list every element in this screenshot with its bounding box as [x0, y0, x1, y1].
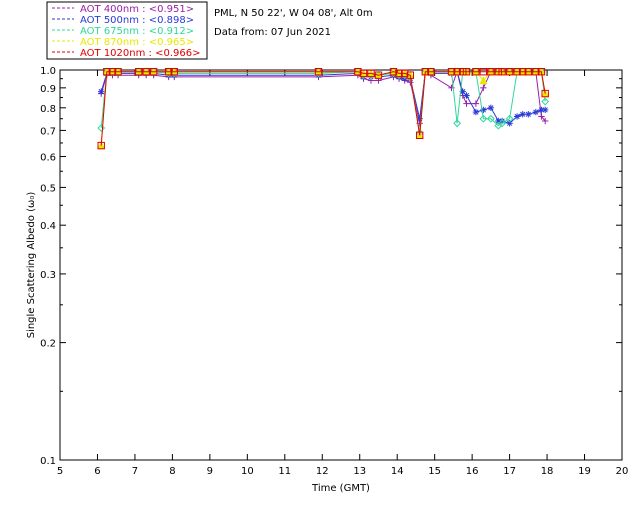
axis-ticks: 5 6 7 8 9 10 11 12 13 14 15 16 17 18 19 20 0.1 0.2 0.3 0.4 0… [40, 66, 628, 477]
x-tick-label: 5 [57, 466, 63, 477]
series-line [100, 71, 546, 133]
y-tick-label: 0.1 [40, 456, 56, 467]
y-tick-label: 0.5 [40, 183, 56, 194]
x-tick-label: 8 [169, 466, 175, 477]
x-axis-label: Time (GMT) [311, 483, 370, 494]
x-tick-label: 14 [391, 466, 404, 477]
y-tick-label: 0.9 [40, 84, 56, 95]
series-4 [97, 67, 550, 150]
x-tick-label: 17 [503, 466, 516, 477]
x-tick-label: 7 [132, 466, 138, 477]
legend-label: AOT 1020nm : <0.966> [80, 48, 200, 59]
plot-frame [59, 69, 623, 461]
x-tick-label: 10 [241, 466, 254, 477]
series-line [100, 69, 546, 124]
x-tick-label: 18 [541, 466, 554, 477]
x-tick-label: 9 [207, 466, 213, 477]
series-layer [97, 67, 550, 150]
y-tick-label: 0.7 [40, 126, 56, 137]
x-tick-label: 12 [316, 466, 329, 477]
legend: AOT 400nm : <0.951>AOT 500nm : <0.898>AO… [46, 1, 208, 60]
legend-label: AOT 675nm : <0.912> [80, 26, 194, 37]
date-info-text: Data from: 07 Jun 2021 [214, 27, 331, 38]
y-tick-label: 0.4 [40, 221, 56, 232]
x-tick-label: 11 [278, 466, 291, 477]
x-tick-label: 6 [94, 466, 100, 477]
series-5 [97, 68, 549, 150]
y-axis-label: Single Scattering Albedo (ω₀) [26, 192, 37, 339]
legend-label: AOT 400nm : <0.951> [80, 4, 194, 15]
x-tick-label: 20 [616, 466, 629, 477]
site-info-text: PML, N 50 22', W 04 08', Alt 0m [214, 8, 373, 19]
x-tick-label: 15 [428, 466, 441, 477]
y-tick-label: 1.0 [40, 66, 56, 77]
y-tick-label: 0.6 [40, 153, 56, 164]
x-tick-label: 16 [466, 466, 479, 477]
y-tick-label: 0.2 [40, 339, 56, 350]
legend-label: AOT 870nm : <0.965> [80, 37, 194, 48]
legend-label: AOT 500nm : <0.898> [80, 15, 194, 26]
series-3 [97, 67, 550, 137]
x-tick-label: 19 [578, 466, 591, 477]
series-line [100, 71, 546, 146]
x-tick-label: 13 [353, 466, 366, 477]
y-tick-label: 0.3 [40, 270, 56, 281]
ssa-chart: AOT 400nm : <0.951>AOT 500nm : <0.898>AO… [26, 1, 628, 494]
series-line [100, 71, 546, 146]
y-tick-label: 0.8 [40, 104, 56, 115]
